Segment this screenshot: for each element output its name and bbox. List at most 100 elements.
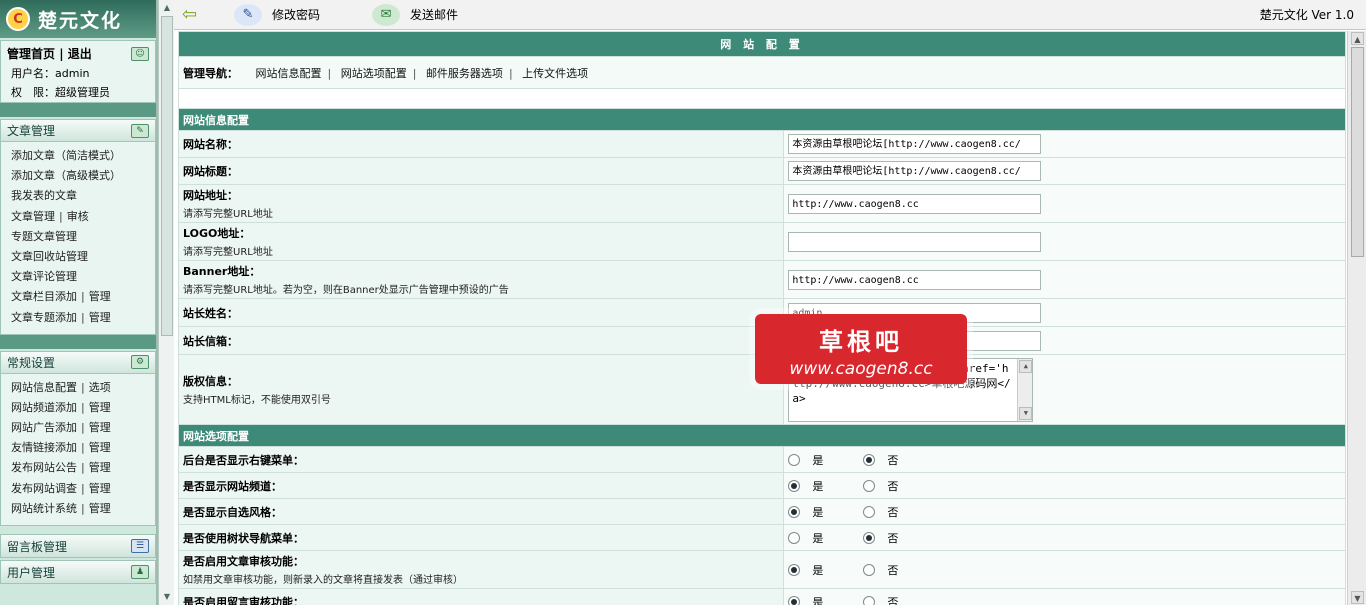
radio-button-icon[interactable] [788, 531, 801, 544]
site-name-input[interactable]: 本资源由草根吧论坛[http://www.caogen8.cc/ [788, 134, 1042, 154]
settings-panel-header[interactable]: 常规设置 ⚙ [1, 351, 155, 374]
nav-link-upload[interactable]: 上传文件选项 [522, 67, 588, 80]
sidebar-item: 发布网站公告 | 管理 [11, 461, 111, 475]
sidebar-link[interactable]: 网站广告添加 [11, 421, 77, 434]
top-toolbar: ⇦ ✎ 修改密码 ✉ 发送邮件 楚元文化 Ver 1.0 [174, 0, 1366, 30]
scroll-down-icon[interactable]: ▼ [161, 591, 173, 603]
option-label: 是否使用树状导航菜单： [183, 531, 304, 545]
sidebar-sublink[interactable]: 管理 [89, 502, 111, 515]
sidebar-item: 发布网站调查 | 管理 [11, 481, 111, 495]
logo-url-label: LOGO地址： [183, 227, 251, 240]
option-label: 是否显示自选风格： [183, 505, 282, 519]
sidebar-sublink[interactable]: 管理 [89, 290, 111, 303]
sidebar-link[interactable]: 发布网站公告 [11, 461, 77, 474]
textarea-scrollbar[interactable]: ▲ ▼ [1017, 358, 1033, 421]
radio-button-icon[interactable] [863, 595, 876, 605]
admin-nav: 管理导航： 网站信息配置 | 网站选项配置 | 邮件服务器选项 | 上传文件选项 [178, 56, 1346, 89]
sidebar-sublink[interactable]: 管理 [89, 482, 111, 495]
admin-home-link[interactable]: 管理首页 [7, 47, 55, 61]
site-url-input[interactable]: http://www.caogen8.cc [788, 193, 1042, 214]
sidebar-sublink[interactable]: 管理 [89, 421, 111, 434]
content-scroll-down-icon[interactable]: ▼ [1351, 591, 1364, 604]
sidebar-item: 文章评论管理 [11, 267, 155, 287]
radio-yes[interactable]: 是 [788, 594, 823, 605]
sidebar-sublink[interactable]: 管理 [89, 311, 111, 324]
sidebar-sublink[interactable]: 审核 [67, 210, 89, 223]
radio-no[interactable]: 否 [863, 530, 898, 546]
change-password-label: 修改密码 [272, 8, 321, 22]
nav-link-site-options[interactable]: 网站选项配置 [341, 67, 407, 80]
watermark-text: 草根吧 [819, 328, 903, 356]
sidebar-link[interactable]: 文章管理 [11, 210, 55, 223]
radio-yes[interactable]: 是 [788, 530, 823, 546]
nav-link-site-info[interactable]: 网站信息配置 [256, 67, 322, 80]
radio-no[interactable]: 否 [863, 562, 898, 578]
sidebar-link[interactable]: 网站信息配置 [11, 381, 77, 394]
sidebar-link[interactable]: 文章栏目添加 [11, 290, 77, 303]
banner-url-input[interactable]: http://www.caogen8.cc [788, 269, 1042, 290]
radio-no[interactable]: 否 [863, 504, 898, 520]
option-label: 是否显示网站频道： [183, 479, 282, 493]
radio-button-icon[interactable] [863, 479, 876, 492]
sidebar-link[interactable]: 友情链接添加 [11, 441, 77, 454]
guestbook-panel-header[interactable]: 留言板管理 ☰ [0, 534, 156, 558]
radio-button-icon[interactable] [863, 531, 876, 544]
sidebar-link[interactable]: 添加文章（简洁模式） [11, 149, 121, 162]
send-mail-label: 发送邮件 [410, 8, 459, 22]
sidebar-link[interactable]: 文章评论管理 [11, 270, 77, 283]
radio-button-icon[interactable] [788, 595, 801, 605]
sidebar-link[interactable]: 网站频道添加 [11, 401, 77, 414]
textarea-up-icon[interactable]: ▲ [1019, 359, 1033, 373]
content-scroll-up-icon[interactable]: ▲ [1351, 32, 1364, 45]
sidebar-sublink[interactable]: 选项 [89, 381, 111, 394]
sidebar-item: 专题文章管理 [11, 227, 155, 247]
sidebar-link[interactable]: 我发表的文章 [11, 189, 77, 202]
radio-no[interactable]: 否 [863, 478, 898, 494]
webmaster-name-label: 站长姓名： [183, 306, 238, 320]
option-radio-group: 是否 [788, 504, 1341, 520]
send-mail-button[interactable]: ✉ 发送邮件 [372, 3, 459, 26]
sidebar-sublink[interactable]: 管理 [89, 441, 111, 454]
sidebar-link[interactable]: 发布网站调查 [11, 482, 77, 495]
nav-link-mail-server[interactable]: 邮件服务器选项 [426, 67, 503, 80]
radio-button-icon[interactable] [863, 453, 876, 466]
sidebar-link[interactable]: 文章回收站管理 [11, 250, 88, 263]
radio-no[interactable]: 否 [863, 594, 898, 605]
sidebar-link[interactable]: 添加文章（高级模式） [11, 169, 121, 182]
logout-link[interactable]: 退出 [68, 47, 92, 61]
content-scrollbar[interactable]: ▲ ▼ [1347, 31, 1366, 605]
sidebar-item: 文章回收站管理 [11, 247, 155, 267]
change-password-button[interactable]: ✎ 修改密码 [234, 3, 321, 26]
radio-yes[interactable]: 是 [788, 562, 823, 578]
sidebar-scroll-thumb[interactable] [161, 16, 173, 336]
article-panel-header[interactable]: 文章管理 ✎ [1, 120, 155, 142]
site-title-input[interactable]: 本资源由草根吧论坛[http://www.caogen8.cc/ [788, 161, 1042, 181]
radio-button-icon[interactable] [863, 563, 876, 576]
back-arrow-icon[interactable]: ⇦ [182, 5, 204, 23]
radio-yes[interactable]: 是 [788, 452, 823, 468]
scroll-up-icon[interactable]: ▲ [161, 2, 173, 14]
radio-button-icon[interactable] [788, 505, 801, 518]
sidebar-scrollbar[interactable]: ▲ ▼ [158, 0, 174, 605]
banner-url-hint: 请添写完整URL地址。若为空，则在Banner处显示广告管理中预设的广告 [183, 285, 509, 296]
textarea-down-icon[interactable]: ▼ [1019, 406, 1033, 420]
radio-label: 否 [887, 505, 899, 519]
radio-button-icon[interactable] [788, 563, 801, 576]
content-scroll-thumb[interactable] [1351, 47, 1364, 257]
radio-label: 是 [812, 595, 824, 605]
version-label: 楚元文化 Ver 1.0 [1259, 8, 1354, 22]
radio-button-icon[interactable] [788, 479, 801, 492]
radio-button-icon[interactable] [863, 505, 876, 518]
sidebar-sublink[interactable]: 管理 [89, 461, 111, 474]
radio-yes[interactable]: 是 [788, 478, 823, 494]
sidebar-link[interactable]: 文章专题添加 [11, 311, 77, 324]
radio-yes[interactable]: 是 [788, 504, 823, 520]
logo-icon: C [6, 7, 30, 31]
sidebar-sublink[interactable]: 管理 [89, 401, 111, 414]
logo-url-input[interactable] [788, 231, 1042, 252]
radio-button-icon[interactable] [788, 453, 801, 466]
sidebar-link[interactable]: 网站统计系统 [11, 502, 77, 515]
radio-no[interactable]: 否 [863, 452, 898, 468]
users-panel-header[interactable]: 用户管理 ♟ [0, 560, 156, 584]
sidebar-link[interactable]: 专题文章管理 [11, 230, 77, 243]
